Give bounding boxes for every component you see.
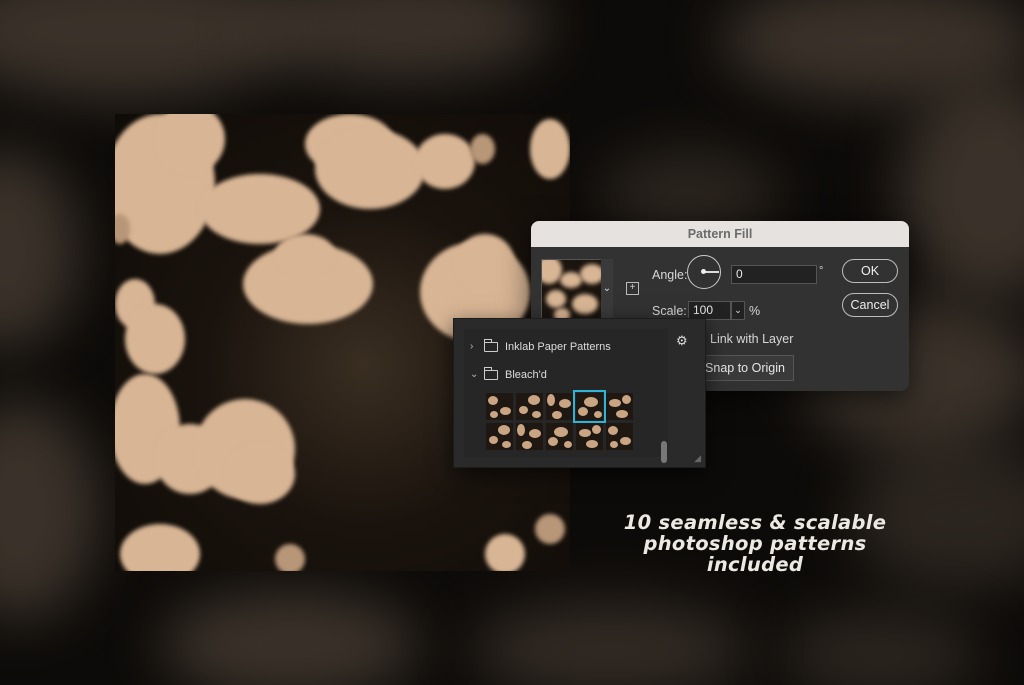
scrollbar[interactable] [661,441,667,463]
pattern-list: › Inklab Paper Patterns ⌄ Bleach'd [464,329,668,463]
caption-line-2: photoshop patterns [643,532,867,555]
gear-icon[interactable]: ⚙ [676,333,688,349]
dialog-title: Pattern Fill [531,221,909,247]
link-with-layer-checkbox[interactable]: Link with Layer [710,332,793,346]
angle-input[interactable]: 0 [731,265,817,284]
angle-dial-icon[interactable] [687,255,721,289]
chevron-right-icon: › [470,341,474,352]
pattern-thumbnail[interactable] [516,393,543,420]
folder-label: Inklab Paper Patterns [505,341,611,353]
pattern-dropdown-button[interactable]: ⌄ [601,259,613,319]
caption-line-3: included [706,553,804,576]
pattern-picker-popup: › Inklab Paper Patterns ⌄ Bleach'd ⚙ ◢ [453,318,706,468]
pattern-thumbnail[interactable] [576,423,603,450]
pattern-swatch[interactable] [541,259,603,321]
pattern-thumbnail[interactable] [546,423,573,450]
folder-label: Bleach'd [505,369,547,381]
ok-button[interactable]: OK [842,259,898,283]
scale-label: Scale: [652,304,687,318]
pattern-thumbnail[interactable] [573,390,606,423]
chevron-down-icon: ⌄ [602,283,612,294]
pattern-thumbnail[interactable] [486,393,513,420]
pattern-thumbnail[interactable] [606,423,633,450]
pattern-thumbnail[interactable] [486,423,513,450]
angle-unit: ° [819,265,824,277]
folder-row-bleachd[interactable]: ⌄ Bleach'd [464,363,668,387]
promo-caption: 10 seamless & scalable photoshop pattern… [560,512,950,575]
folder-icon [484,367,498,380]
pattern-thumbnail[interactable] [606,393,633,420]
folder-row-inklab[interactable]: › Inklab Paper Patterns [464,335,668,359]
angle-label: Angle: [652,268,688,282]
folder-icon [484,339,498,352]
chevron-down-icon: ⌄ [734,305,742,315]
resize-grip-icon[interactable]: ◢ [694,453,701,464]
scale-dropdown[interactable]: ⌄ [731,301,745,320]
pattern-thumbnail[interactable] [516,423,543,450]
chevron-down-icon: ⌄ [470,369,479,380]
cancel-button[interactable]: Cancel [842,293,898,317]
new-preset-icon[interactable]: + [626,282,639,295]
snap-to-origin-button[interactable]: Snap to Origin [696,355,794,381]
scale-unit: % [749,304,761,318]
caption-line-1: 10 seamless & scalable [623,511,887,534]
pattern-thumbnail[interactable] [546,393,573,420]
